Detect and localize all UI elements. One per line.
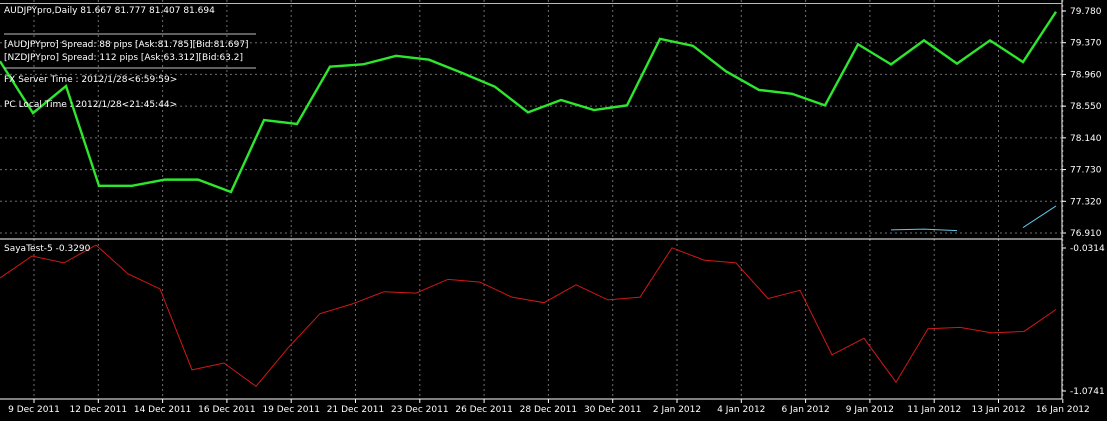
time-tick-label: 9 Jan 2012 [846,405,894,415]
server-time: FX Server Time : 2012/1/28<6:59:59> [4,75,177,85]
time-tick-label: 16 Jan 2012 [1036,405,1090,415]
time-tick-label: 11 Jan 2012 [907,405,961,415]
time-tick-label: 9 Dec 2011 [8,405,60,415]
time-tick-label: 14 Dec 2011 [134,405,192,415]
indicator-label: SayaTest-5 -0.3290 [4,244,91,254]
spread-line-1: [AUDJPYpro] Spread: 88 pips [Ask:81.785]… [4,40,249,50]
price-tick-label: 76.910 [1070,229,1102,239]
time-tick-label: 23 Dec 2011 [391,405,449,415]
time-tick-label: 6 Jan 2012 [781,405,829,415]
indicator-tick-label: -1.0741 [1070,387,1105,397]
symbol-info: AUDJPYpro,Daily 81.667 81.777 81.407 81.… [4,6,215,16]
chart-window: 79.780 79.370 78.960 78.550 78.140 77.730 77.3… [0,0,1107,417]
time-tick-label: 12 Dec 2011 [70,405,128,415]
price-tick-label: 77.320 [1070,197,1102,207]
price-tick-label: 78.140 [1070,134,1102,144]
price-chart-svg: 79.780 79.370 78.960 78.550 78.140 77.730 77.3… [0,0,1107,417]
price-tick-label: 79.370 [1070,39,1102,49]
time-tick-label: 13 Jan 2012 [972,405,1026,415]
price-tick-label: 78.960 [1070,70,1102,80]
time-tick-label: 21 Dec 2011 [327,405,385,415]
price-tick-label: 77.730 [1070,166,1102,176]
price-tick-label: 78.550 [1070,102,1102,112]
price-tick-label: 79.780 [1070,7,1102,17]
time-tick-label: 2 Jan 2012 [653,405,701,415]
time-tick-label: 19 Dec 2011 [262,405,320,415]
time-tick-label: 28 Dec 2011 [520,405,578,415]
local-time: PC Local Time : 2012/1/28<21:45:44> [4,100,177,110]
spread-line-2: [NZDJPYpro] Spread: 112 pips [Ask:63.312… [4,53,243,63]
time-tick-label: 16 Dec 2011 [198,405,256,415]
time-tick-label: 30 Dec 2011 [584,405,642,415]
indicator-tick-label: -0.0314 [1070,244,1105,254]
time-tick-label: 4 Jan 2012 [717,405,765,415]
time-tick-label: 26 Dec 2011 [455,405,513,415]
